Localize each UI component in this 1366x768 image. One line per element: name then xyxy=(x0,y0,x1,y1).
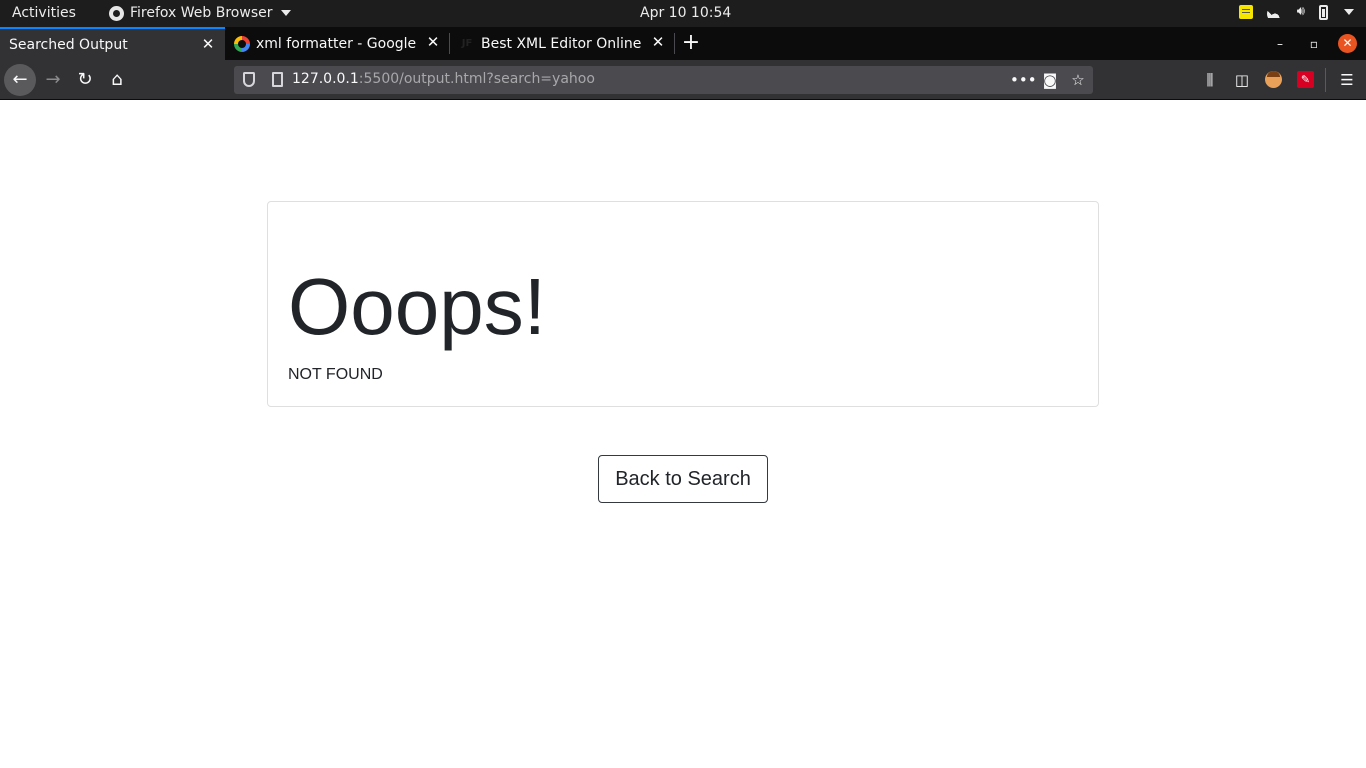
system-tray[interactable]: 🔊︎ xyxy=(1238,4,1354,20)
pocket-icon[interactable]: ◙ xyxy=(1039,69,1061,91)
close-icon[interactable]: ✕ xyxy=(201,37,215,52)
activities-button[interactable]: Activities xyxy=(12,5,76,21)
jsonformatter-favicon-icon: JF xyxy=(461,37,473,49)
restore-icon[interactable]: ▫ xyxy=(1305,35,1323,53)
url-path: :5500/output.html?search=yahoo xyxy=(358,71,595,87)
tab-label: Best XML Editor Online xyxy=(481,35,642,52)
tab-xml-formatter[interactable]: xml formatter - Google S ✕ xyxy=(225,27,450,60)
sticky-notes-icon[interactable] xyxy=(1238,5,1253,19)
tab-separator xyxy=(674,33,675,54)
back-arrow-icon[interactable]: ← xyxy=(4,64,36,96)
close-icon[interactable]: ✕ xyxy=(426,35,440,50)
url-text[interactable]: 127.0.0.1:5500/output.html?search=yahoo xyxy=(292,71,595,87)
tab-strip: Searched Output ✕ xml formatter - Google… xyxy=(0,27,1366,60)
tab-best-xml-editor[interactable]: JF Best XML Editor Online ✕ xyxy=(450,27,675,60)
hamburger-menu-icon[interactable]: ☰ xyxy=(1337,70,1357,90)
chevron-down-icon xyxy=(280,10,291,16)
page-actions-icon[interactable]: ••• xyxy=(1010,69,1037,91)
tab-label: xml formatter - Google S xyxy=(256,35,418,52)
tab-label: Searched Output xyxy=(9,36,128,53)
system-menu-chevron-icon[interactable] xyxy=(1344,9,1354,15)
google-favicon-icon xyxy=(234,35,250,52)
system-top-bar: Activities Firefox Web Browser Apr 10 10… xyxy=(0,0,1366,27)
app-menu-label: Firefox Web Browser xyxy=(130,5,273,21)
new-tab-plus-icon[interactable]: + xyxy=(680,30,702,56)
tab-searched-output[interactable]: Searched Output ✕ xyxy=(0,27,225,60)
back-to-search-button[interactable]: Back to Search xyxy=(598,455,768,503)
reload-icon[interactable]: ↻ xyxy=(69,64,101,96)
forward-arrow-icon[interactable]: → xyxy=(37,64,69,96)
firefox-icon xyxy=(109,5,124,21)
extension-icon[interactable]: ✎ xyxy=(1297,71,1314,88)
battery-icon[interactable] xyxy=(1319,4,1328,20)
error-heading: Ooops! xyxy=(288,262,546,351)
url-host: 127.0.0.1 xyxy=(292,71,359,87)
page-content: Ooops! NOT FOUND Back to Search xyxy=(0,101,1366,768)
url-bar[interactable]: 127.0.0.1:5500/output.html?search=yahoo … xyxy=(234,66,1093,94)
library-icon[interactable]: ⫼ xyxy=(1200,70,1220,90)
toolbar-separator xyxy=(1325,68,1326,92)
wifi-icon[interactable] xyxy=(1266,6,1283,18)
app-menu[interactable]: Firefox Web Browser xyxy=(109,5,291,21)
close-icon[interactable]: ✕ xyxy=(651,35,665,50)
home-icon[interactable]: ⌂ xyxy=(101,64,133,96)
error-message: NOT FOUND xyxy=(288,366,383,383)
nav-bar: ← → ↻ ⌂ 127.0.0.1:5500/output.html?searc… xyxy=(0,60,1366,100)
error-card: Ooops! NOT FOUND xyxy=(267,201,1099,407)
sidebar-icon[interactable]: ◫ xyxy=(1232,70,1252,90)
tracking-shield-icon[interactable] xyxy=(243,72,255,87)
clock[interactable]: Apr 10 10:54 xyxy=(640,5,731,21)
page-info-icon[interactable] xyxy=(272,72,283,87)
volume-icon[interactable]: 🔊︎ xyxy=(1297,4,1305,20)
bookmark-star-icon[interactable]: ☆ xyxy=(1067,69,1089,91)
account-avatar-icon[interactable] xyxy=(1265,71,1282,88)
close-window-icon[interactable]: ✕ xyxy=(1338,34,1357,53)
minimize-icon[interactable]: – xyxy=(1271,35,1289,53)
